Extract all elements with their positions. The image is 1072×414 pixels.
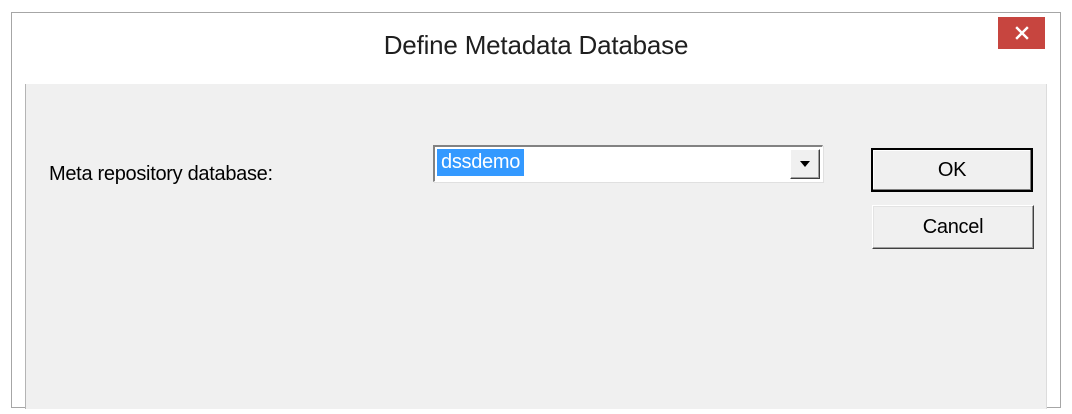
dialog-body: Meta repository database: dssdemo OK Can… xyxy=(25,84,1047,409)
meta-repository-label: Meta repository database: xyxy=(49,163,273,185)
chevron-down-icon xyxy=(800,161,810,167)
title-bar: Define Metadata Database xyxy=(12,13,1060,82)
dialog-window: Define Metadata Database Meta repository… xyxy=(11,12,1061,409)
close-button[interactable] xyxy=(998,17,1045,49)
meta-repository-combobox[interactable]: dssdemo xyxy=(433,145,823,182)
cancel-button[interactable]: Cancel xyxy=(872,205,1034,249)
database-selected-value[interactable]: dssdemo xyxy=(437,149,525,176)
close-icon xyxy=(1014,26,1029,40)
dropdown-button[interactable] xyxy=(790,149,820,179)
ok-button[interactable]: OK xyxy=(871,148,1033,192)
window-title: Define Metadata Database xyxy=(383,30,689,60)
